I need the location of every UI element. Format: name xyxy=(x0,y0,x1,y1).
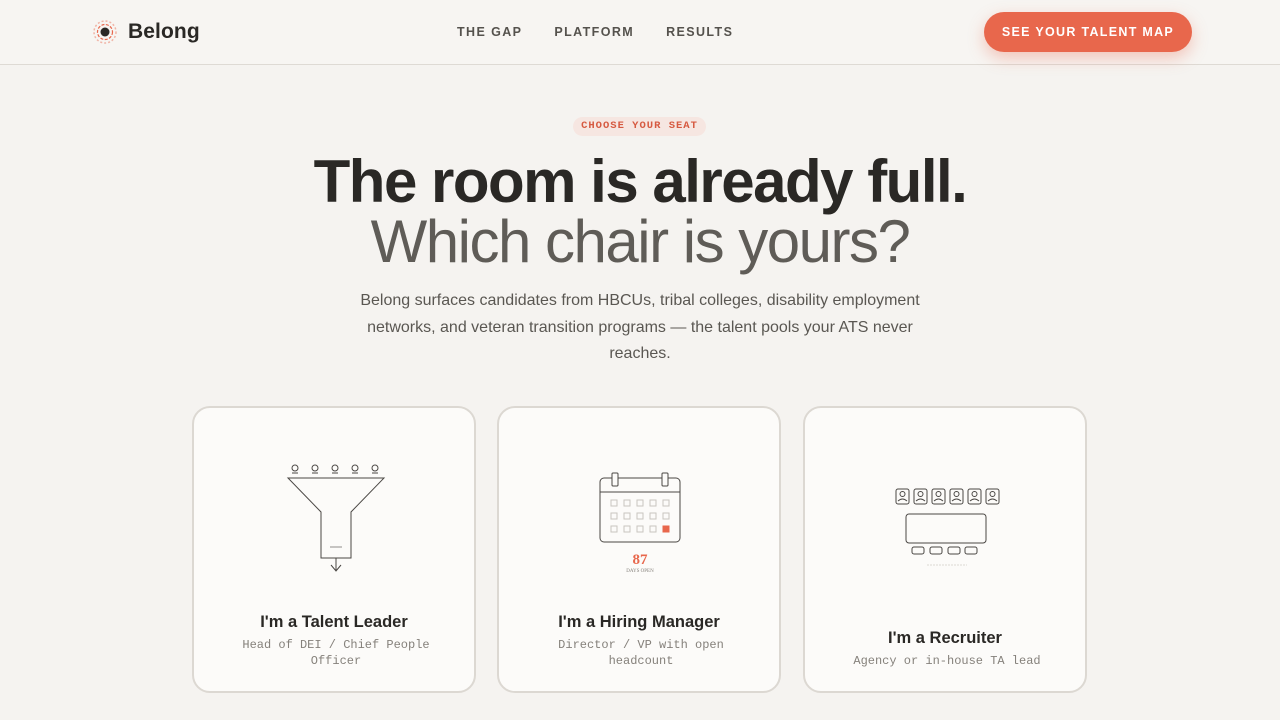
days-open-label: DAYS OPEN xyxy=(626,569,654,574)
card-title: I'm a Hiring Manager xyxy=(558,613,720,631)
nav-link-platform[interactable]: PLATFORM xyxy=(554,25,634,39)
card-subtitle: Director / VP with open headcount xyxy=(558,638,724,668)
card-subtitle: Agency or in-house TA lead xyxy=(853,654,1041,668)
brand-name: Belong xyxy=(128,20,200,43)
nav-links: THE GAP PLATFORM RESULTS xyxy=(457,25,733,39)
card-recruiter[interactable]: I'm a Recruiter Agency or in-house TA le… xyxy=(803,406,1087,693)
card-talent-leader[interactable]: I'm a Talent Leader Head of DEI / Chief … xyxy=(192,406,476,693)
days-open-value: 87 xyxy=(633,552,649,568)
see-talent-map-button[interactable]: SEE YOUR TALENT MAP xyxy=(984,12,1192,52)
card-subtitle: Head of DEI / Chief People Officer xyxy=(242,638,430,668)
brand[interactable]: Belong xyxy=(92,19,200,45)
eyebrow-badge: CHOOSE YOUR SEAT xyxy=(573,117,706,136)
nav-link-results[interactable]: RESULTS xyxy=(666,25,733,39)
belong-logo-icon xyxy=(93,20,117,44)
card-hiring-manager[interactable]: 87 DAYS OPEN I'm a Hiring Manager Direct… xyxy=(497,406,781,693)
hero-headline: The room is already full. xyxy=(313,148,968,215)
top-nav: Belong THE GAP PLATFORM RESULTS SEE YOUR… xyxy=(0,0,1280,65)
hero-subheadline: Which chair is yours? xyxy=(370,208,911,275)
hero-description: Belong surfaces candidates from HBCUs, t… xyxy=(360,292,920,362)
card-title: I'm a Recruiter xyxy=(888,629,1002,647)
card-title: I'm a Talent Leader xyxy=(260,613,408,631)
nav-link-the-gap[interactable]: THE GAP xyxy=(457,25,522,39)
desk-seats-icon xyxy=(895,488,1000,566)
